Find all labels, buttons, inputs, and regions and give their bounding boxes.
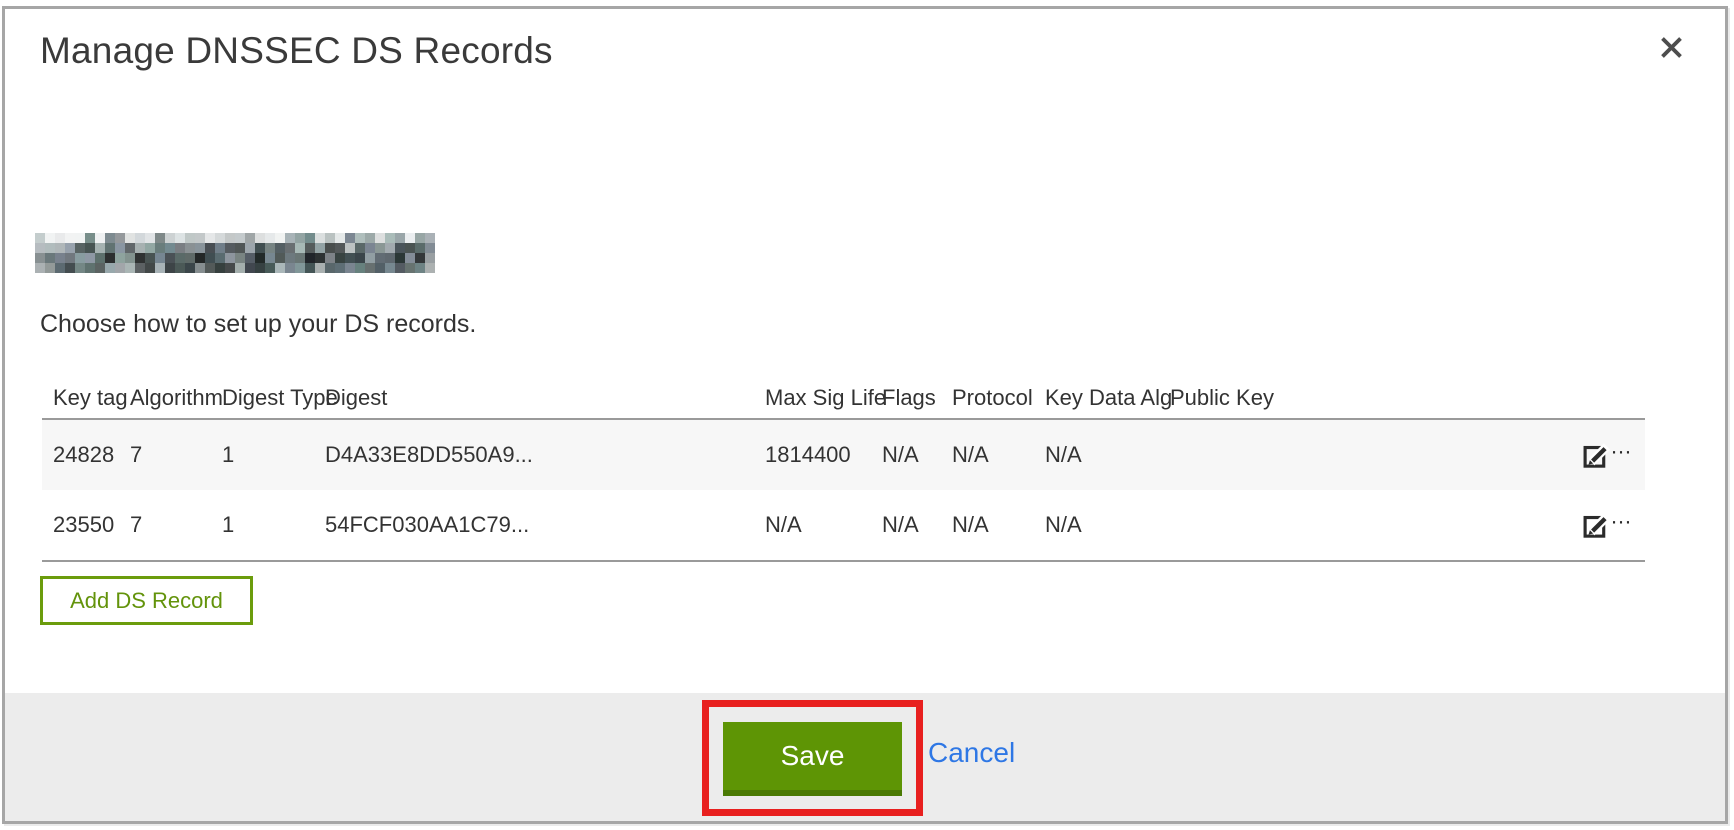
cell-protocol: N/A bbox=[941, 490, 1034, 561]
table-row: 235507154FCF030AA1C79...N/AN/AN/AN/A bbox=[42, 490, 1645, 561]
column-header-algorithm: Algorithm bbox=[119, 378, 211, 419]
edit-record-button[interactable] bbox=[1581, 441, 1610, 470]
cell-public-key bbox=[1159, 490, 1570, 561]
edit-icon bbox=[1581, 441, 1610, 470]
cell-digest: D4A33E8DD550A9... bbox=[314, 419, 754, 490]
cell-key-data-alg: N/A bbox=[1034, 419, 1159, 490]
page-title: Manage DNSSEC DS Records bbox=[40, 30, 553, 72]
row-actions bbox=[1570, 490, 1645, 561]
save-button-highlight-box: Save bbox=[702, 700, 923, 816]
cell-max-sig-life: N/A bbox=[754, 490, 871, 561]
close-icon bbox=[1658, 34, 1685, 61]
cancel-link[interactable]: Cancel bbox=[928, 737, 1015, 769]
cell-flags: N/A bbox=[871, 419, 941, 490]
add-ds-record-button[interactable]: Add DS Record bbox=[40, 576, 253, 625]
instruction-text: Choose how to set up your DS records. bbox=[40, 310, 476, 339]
save-button[interactable]: Save bbox=[723, 722, 902, 796]
column-header-flags: Flags bbox=[871, 378, 941, 419]
cell-key-tag: 24828 bbox=[42, 419, 119, 490]
modal-footer: Save Cancel bbox=[5, 693, 1725, 821]
close-button[interactable] bbox=[1655, 31, 1687, 63]
column-header-digest: Digest bbox=[314, 378, 754, 419]
cell-max-sig-life: 1814400 bbox=[754, 419, 871, 490]
edit-icon bbox=[1581, 511, 1610, 540]
column-header-protocol: Protocol bbox=[941, 378, 1034, 419]
column-header-key-data-alg: Key Data Alg bbox=[1034, 378, 1159, 419]
cell-algorithm: 7 bbox=[119, 490, 211, 561]
cell-digest-type: 1 bbox=[211, 490, 314, 561]
column-header-public-key: Public Key bbox=[1159, 378, 1570, 419]
column-header-max-sig-life: Max Sig Life bbox=[754, 378, 871, 419]
cell-flags: N/A bbox=[871, 490, 941, 561]
column-header-key-tag: Key tag bbox=[42, 378, 119, 419]
dnssec-ds-records-modal: Manage DNSSEC DS Records Choose how to s… bbox=[2, 6, 1728, 824]
cell-digest-type: 1 bbox=[211, 419, 314, 490]
table-row: 2482871D4A33E8DD550A9...1814400N/AN/AN/A bbox=[42, 419, 1645, 490]
table-body: 2482871D4A33E8DD550A9...1814400N/AN/AN/A… bbox=[42, 419, 1645, 561]
table-header-row: Key tagAlgorithmDigest TypeDigestMax Sig… bbox=[42, 378, 1645, 419]
cell-digest: 54FCF030AA1C79... bbox=[314, 490, 754, 561]
cell-public-key bbox=[1159, 419, 1570, 490]
column-header-actions bbox=[1570, 378, 1645, 419]
cell-protocol: N/A bbox=[941, 419, 1034, 490]
row-actions bbox=[1570, 419, 1645, 490]
cell-key-data-alg: N/A bbox=[1034, 490, 1159, 561]
ds-records-table: Key tagAlgorithmDigest TypeDigestMax Sig… bbox=[42, 378, 1645, 562]
column-header-digest-type: Digest Type bbox=[211, 378, 314, 419]
cell-key-tag: 23550 bbox=[42, 490, 119, 561]
redacted-domain bbox=[35, 233, 435, 273]
cell-algorithm: 7 bbox=[119, 419, 211, 490]
edit-record-button[interactable] bbox=[1581, 511, 1610, 540]
